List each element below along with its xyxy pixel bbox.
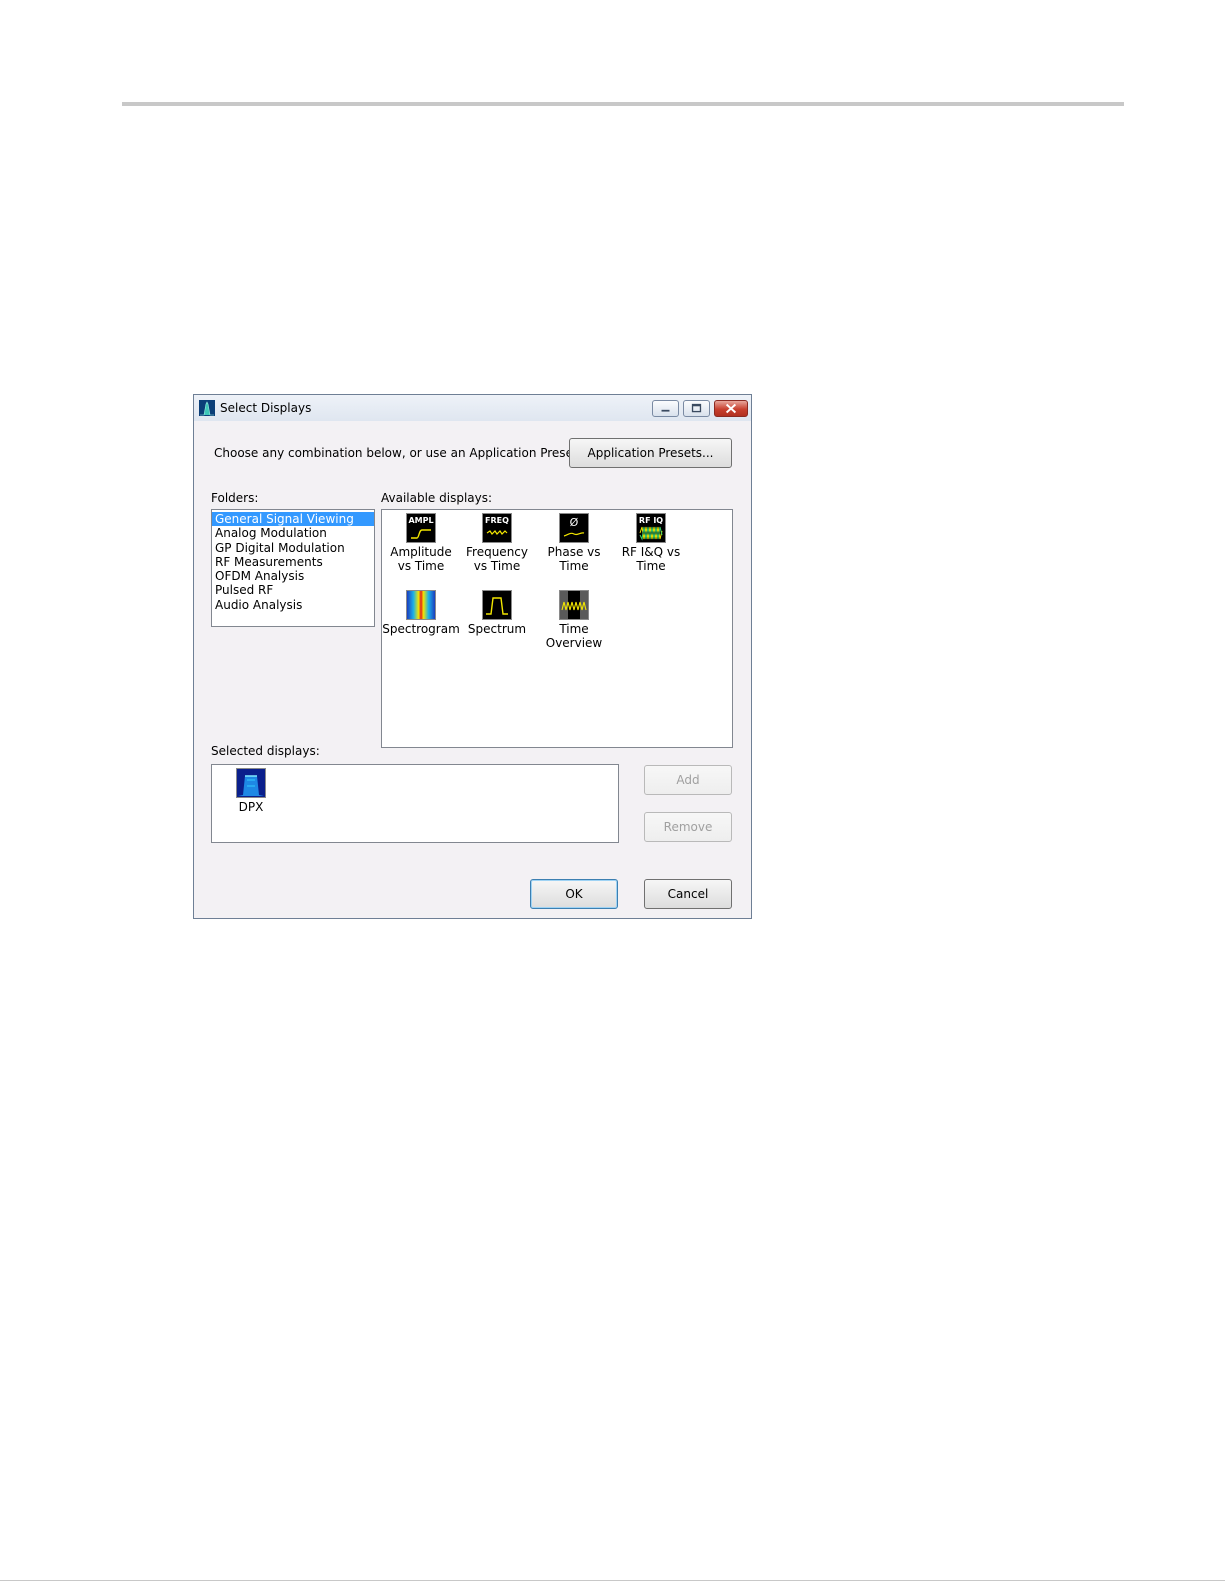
- folder-item-ofdm-analysis[interactable]: OFDM Analysis: [212, 569, 374, 583]
- maximize-icon: [691, 403, 702, 413]
- folder-item-general-signal-viewing[interactable]: General Signal Viewing: [212, 512, 374, 527]
- selected-displays-label: Selected displays:: [211, 744, 320, 758]
- select-displays-dialog: Select Displays Choose any combination b…: [193, 394, 752, 919]
- application-presets-button[interactable]: Application Presets...: [569, 438, 732, 468]
- page-bottom-rule: [0, 1580, 1225, 1581]
- minimize-icon: [661, 409, 670, 412]
- available-displays-list[interactable]: AMPL Amplitude vs Time FREQ Frequency vs…: [381, 509, 733, 748]
- folder-item-audio-analysis[interactable]: Audio Analysis: [212, 598, 374, 612]
- close-icon: [725, 403, 737, 414]
- close-button[interactable]: [714, 400, 748, 417]
- display-label: Amplitude vs Time: [390, 545, 452, 573]
- dialog-title: Select Displays: [220, 401, 312, 415]
- minimize-button[interactable]: [652, 400, 679, 417]
- display-label: Phase vs Time: [547, 545, 601, 573]
- display-label: DPX: [238, 800, 264, 814]
- svg-text:Ø: Ø: [570, 516, 579, 529]
- display-label: RF I&Q vs Time: [621, 545, 681, 573]
- page-top-rule: [122, 102, 1124, 106]
- instruction-text: Choose any combination below, or use an …: [214, 446, 582, 460]
- app-icon: [199, 400, 215, 416]
- maximize-button[interactable]: [683, 400, 710, 417]
- remove-button[interactable]: Remove: [644, 812, 732, 842]
- display-tile-phase-vs-time[interactable]: Ø Phase vs Time: [535, 513, 613, 573]
- spectrogram-icon: [406, 590, 436, 620]
- folder-item-analog-modulation[interactable]: Analog Modulation: [212, 526, 374, 540]
- display-tile-spectrogram[interactable]: Spectrogram: [382, 590, 460, 636]
- title-bar[interactable]: Select Displays: [194, 395, 751, 421]
- selected-displays-list[interactable]: DPX: [211, 764, 619, 843]
- phase-icon: Ø: [559, 513, 589, 543]
- folder-item-pulsed-rf[interactable]: Pulsed RF: [212, 583, 374, 597]
- svg-text:FREQ: FREQ: [485, 516, 509, 525]
- add-button[interactable]: Add: [644, 765, 732, 795]
- ok-button[interactable]: OK: [530, 879, 618, 909]
- folders-label: Folders:: [211, 491, 259, 505]
- display-tile-rf-iq-vs-time[interactable]: RF IQ RF I&Q vs Time: [612, 513, 690, 573]
- folder-item-gp-digital-modulation[interactable]: GP Digital Modulation: [212, 541, 374, 555]
- ampl-icon: AMPL: [406, 513, 436, 543]
- available-displays-label: Available displays:: [381, 491, 493, 505]
- display-label: Spectrogram: [382, 622, 460, 636]
- display-label: Spectrum: [467, 622, 527, 636]
- cancel-button[interactable]: Cancel: [644, 879, 732, 909]
- display-tile-amplitude-vs-time[interactable]: AMPL Amplitude vs Time: [382, 513, 460, 573]
- rfiq-icon: RF IQ: [636, 513, 666, 543]
- svg-text:RF IQ: RF IQ: [639, 516, 663, 525]
- dpx-icon: [236, 768, 266, 798]
- display-label: Frequency vs Time: [466, 545, 528, 573]
- folders-list[interactable]: General Signal Viewing Analog Modulation…: [211, 509, 375, 627]
- time-overview-icon: [559, 590, 589, 620]
- svg-text:AMPL: AMPL: [408, 516, 433, 525]
- folder-item-rf-measurements[interactable]: RF Measurements: [212, 555, 374, 569]
- freq-icon: FREQ: [482, 513, 512, 543]
- display-tile-frequency-vs-time[interactable]: FREQ Frequency vs Time: [458, 513, 536, 573]
- spectrum-icon: [482, 590, 512, 620]
- display-label: Time Overview: [545, 622, 603, 650]
- display-tile-spectrum[interactable]: Spectrum: [458, 590, 536, 636]
- selected-tile-dpx[interactable]: DPX: [212, 768, 290, 814]
- display-tile-time-overview[interactable]: Time Overview: [535, 590, 613, 650]
